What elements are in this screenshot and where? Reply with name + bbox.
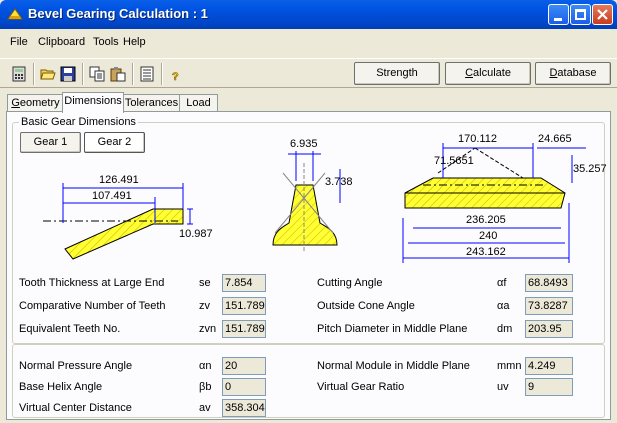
toolbar-separator — [82, 63, 84, 85]
pressure-angle-section: Normal Pressure Angle αn 20 Normal Module i… — [12, 344, 605, 418]
row-symbol-right: dm — [497, 323, 513, 335]
basic-gear-dimensions-group: Basic Gear Dimensions Gear 1 Gear 2 126.… — [12, 116, 606, 344]
row-value-field[interactable]: 151.789 — [222, 297, 266, 315]
maximize-icon — [575, 9, 586, 20]
row-symbol-right: αf — [497, 277, 507, 289]
open-folder-icon[interactable] — [40, 66, 56, 82]
minimize-button[interactable] — [548, 4, 569, 25]
dim-107-label: 107.491 — [92, 190, 132, 202]
row-symbol-right: uv — [497, 381, 509, 393]
window-title: Bevel Gearing Calculation : 1 — [28, 6, 208, 21]
dim-240-label: 240 — [479, 230, 497, 242]
row-value-field[interactable]: 0 — [222, 378, 266, 396]
calculate-accel: C — [465, 67, 474, 79]
row-label: Base Helix Angle — [19, 381, 103, 393]
help-icon[interactable]: ? — [168, 66, 184, 82]
dim-170-label: 170.112 — [458, 133, 497, 145]
row-symbol: zvn — [199, 323, 217, 335]
row-value-field-right[interactable]: 4.249 — [525, 357, 573, 375]
database-button[interactable]: Database — [535, 62, 611, 85]
paste-icon[interactable] — [110, 66, 126, 82]
save-icon[interactable] — [60, 66, 76, 82]
toolbar-separator — [132, 63, 134, 85]
row-symbol-right: αa — [497, 300, 510, 312]
calculator-icon[interactable] — [11, 66, 27, 82]
app-window: Bevel Gearing Calculation : 1 File Clipb… — [0, 0, 617, 423]
row-label-right: Virtual Gear Ratio — [317, 381, 405, 393]
gear-section-drawing — [402, 143, 586, 263]
row-value-field-right[interactable]: 9 — [525, 378, 573, 396]
strength-button[interactable]: Strength — [354, 62, 440, 85]
menu-file[interactable]: File — [10, 36, 28, 48]
row-symbol-right: mmn — [497, 360, 522, 372]
row-label: Normal Pressure Angle — [19, 360, 133, 372]
row-label: Equivalent Teeth No. — [19, 323, 121, 335]
app-icon — [7, 8, 23, 20]
dim-35-label: 35.257 — [573, 163, 606, 175]
row-value-field-right[interactable]: 68.8493 — [525, 274, 573, 292]
toolbar: ? Strength Calculate Database — [0, 58, 617, 88]
tab-tolerances[interactable]: Tolerances — [123, 94, 180, 112]
menu-bar: File Clipboard Tools Help — [0, 34, 617, 51]
tooth-width-label: 6.935 — [290, 138, 318, 150]
row-symbol: av — [199, 402, 211, 414]
document-icon[interactable] — [139, 66, 155, 82]
row-value-field-right[interactable]: 203.95 — [525, 320, 573, 338]
tab-geometry[interactable]: Geometry — [7, 94, 64, 112]
row-value-field[interactable]: 358.304 — [222, 399, 266, 417]
calculate-button[interactable]: Calculate — [445, 62, 531, 85]
row-label-right: Outside Cone Angle — [317, 300, 415, 312]
dim-126-label: 126.491 — [99, 174, 139, 186]
toolbar-separator — [161, 63, 163, 85]
toolbar-separator — [33, 63, 35, 85]
dim-236-label: 236.205 — [466, 214, 506, 226]
row-value-field[interactable]: 7.854 — [222, 274, 266, 292]
row-label-right: Normal Module in Middle Plane — [317, 360, 470, 372]
row-symbol: αn — [199, 360, 212, 372]
row-value-field[interactable]: 151.789 — [222, 320, 266, 338]
copy-icon[interactable] — [89, 66, 105, 82]
minimize-icon — [554, 18, 562, 21]
dim-10-label: 10.987 — [179, 228, 213, 240]
tooth-profile-drawing — [272, 151, 341, 253]
dim-243-label: 243.162 — [466, 246, 506, 258]
dim-24-label: 24.665 — [538, 133, 572, 145]
menu-tools[interactable]: Tools — [93, 36, 119, 48]
title-bar[interactable]: Bevel Gearing Calculation : 1 — [0, 0, 617, 29]
row-label-right: Cutting Angle — [317, 277, 383, 289]
menu-help[interactable]: Help — [123, 36, 146, 48]
tab-load[interactable]: Load — [179, 94, 218, 112]
svg-text:?: ? — [172, 71, 179, 82]
row-label: Comparative Number of Teeth — [19, 300, 166, 312]
row-symbol: se — [199, 277, 211, 289]
menu-clipboard[interactable]: Clipboard — [38, 36, 85, 48]
calculate-label: alculate — [473, 67, 511, 79]
dimensions-panel: Basic Gear Dimensions Gear 1 Gear 2 126.… — [6, 111, 611, 420]
row-value-field-right[interactable]: 73.8287 — [525, 297, 573, 315]
database-label: atabase — [557, 67, 597, 79]
row-value-field[interactable]: 20 — [222, 357, 266, 375]
gear-diagrams: 126.491 107.491 10.987 6.935 3.738 170.1… — [43, 133, 606, 263]
angle-71-label: 71.5651 — [434, 155, 474, 167]
maximize-button[interactable] — [570, 4, 591, 25]
row-label: Virtual Center Distance — [19, 402, 132, 414]
tooth-height-label: 3.738 — [325, 176, 353, 188]
close-button[interactable] — [592, 4, 613, 25]
close-icon — [597, 9, 608, 20]
row-label-right: Pitch Diameter in Middle Plane — [317, 323, 468, 335]
row-symbol: zv — [199, 300, 210, 312]
row-symbol: βb — [199, 381, 212, 393]
row-label: Tooth Thickness at Large End — [19, 277, 165, 289]
tab-dimensions[interactable]: Dimensions — [62, 92, 124, 113]
